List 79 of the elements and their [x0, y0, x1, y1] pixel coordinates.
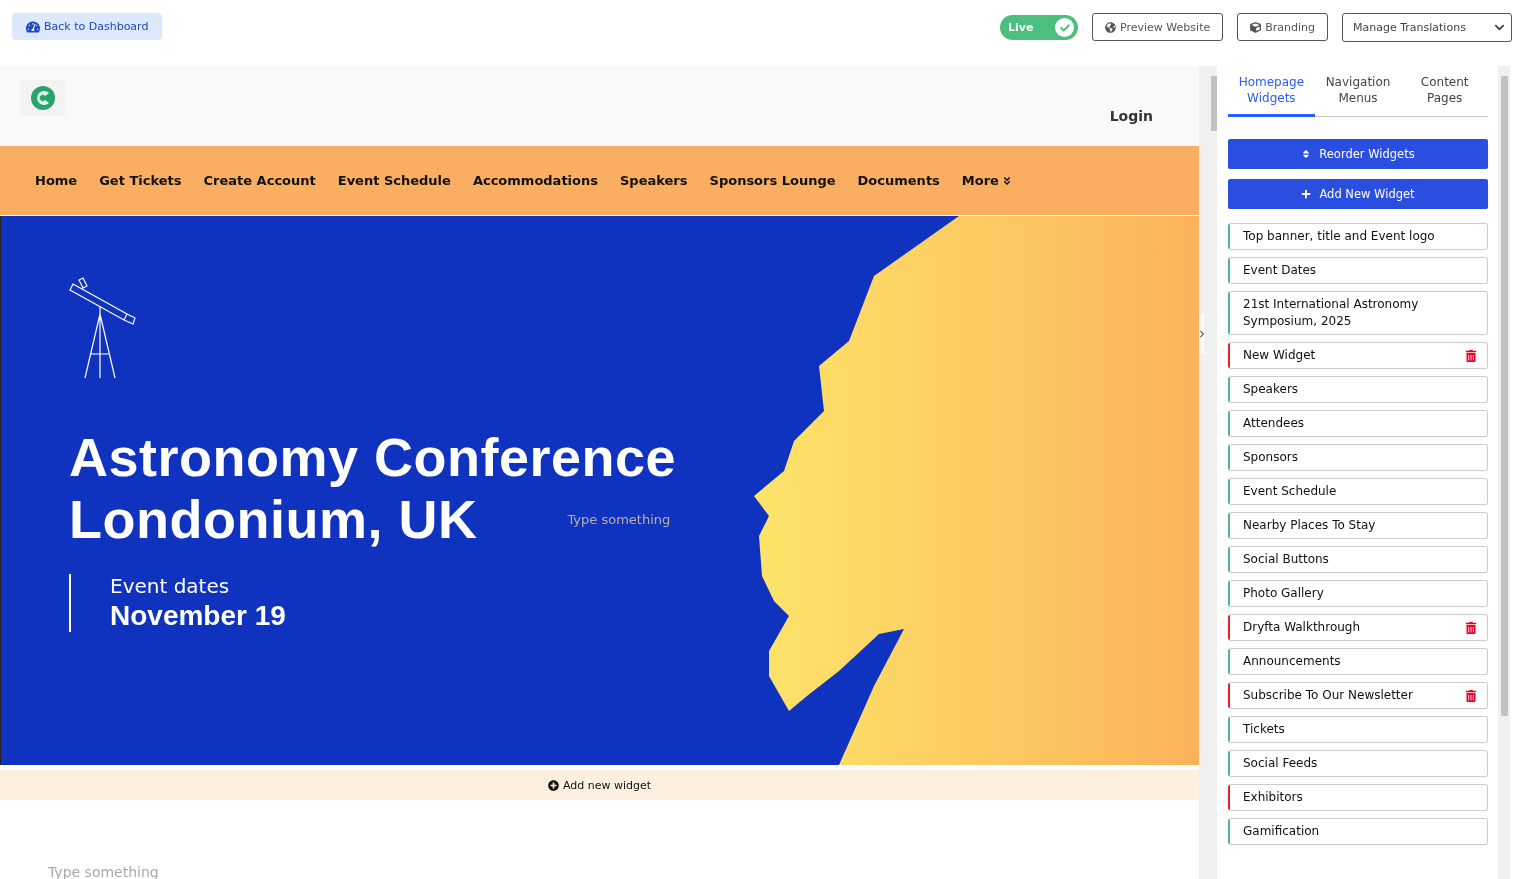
widget-label: Subscribe To Our Newsletter [1242, 687, 1414, 704]
widget-item[interactable]: 21st International Astronomy Symposium, 2025 [1228, 291, 1488, 335]
widget-label: Gamification [1242, 823, 1321, 840]
widget-label: Attendees [1242, 415, 1306, 432]
translations-dropdown[interactable]: Manage Translations [1342, 13, 1512, 42]
widget-label: Sponsors [1242, 449, 1299, 466]
add-new-widget-button[interactable]: Add New Widget [1228, 179, 1488, 209]
nav-link[interactable]: Documents [846, 173, 951, 188]
collapse-button[interactable] [1199, 314, 1205, 354]
widget-label: Event Schedule [1242, 483, 1338, 500]
widget-label: Photo Gallery [1242, 585, 1325, 602]
nav-link[interactable]: Speakers [609, 173, 699, 188]
chevron-down-icon [1494, 22, 1505, 33]
widget-item[interactable]: Exhibitors [1228, 784, 1488, 811]
widget-item[interactable]: Sponsors [1228, 444, 1488, 471]
widget-item[interactable]: New Widget [1228, 342, 1488, 369]
widget-item[interactable]: Tickets [1228, 716, 1488, 743]
widget-label: Dryfta Walkthrough [1242, 619, 1362, 636]
cube-icon [1250, 21, 1262, 33]
widget-label: Exhibitors [1242, 789, 1304, 806]
nav-link[interactable]: Get Tickets [88, 173, 193, 188]
more-menu-link[interactable]: More [950, 173, 1023, 188]
hero-title-line: Astronomy Conference [69, 426, 677, 488]
globe-icon [1105, 21, 1117, 33]
hero-title-line: Londonium, UK [69, 488, 478, 550]
widget-label: Top banner, title and Event logo [1242, 228, 1436, 245]
telescope-icon [69, 276, 139, 380]
nav-link[interactable]: Sponsors Lounge [698, 173, 847, 188]
widget-label: Speakers [1242, 381, 1300, 398]
add-new-widget-button[interactable]: Add new widget [0, 770, 1199, 800]
sidebar-tab[interactable]: Navigation Menus [1314, 74, 1402, 117]
widget-item[interactable]: Photo Gallery [1228, 580, 1488, 607]
sidebar-tab[interactable]: Homepage Widgets [1228, 74, 1315, 117]
widget-item[interactable]: Nearby Places To Stay [1228, 512, 1488, 539]
nav-link[interactable]: Accommodations [461, 173, 609, 188]
event-dates-label: Event dates [110, 574, 231, 598]
delete-button[interactable] [1465, 350, 1477, 362]
branding-button[interactable]: Branding [1237, 13, 1328, 41]
check-icon [1055, 18, 1075, 37]
delete-button[interactable] [1465, 622, 1477, 634]
widget-label: Tickets [1242, 721, 1286, 738]
logo-icon [30, 85, 56, 111]
event-dates-value: November 19 [110, 600, 287, 632]
plus-icon [1301, 189, 1312, 199]
widget-item[interactable]: Gamification [1228, 818, 1488, 845]
delete-button[interactable] [1465, 690, 1477, 702]
widget-item[interactable]: Attendees [1228, 410, 1488, 437]
preview-website-button[interactable]: Preview Website [1092, 13, 1224, 41]
widget-label: Social Buttons [1242, 551, 1330, 568]
dashboard-icon [26, 19, 40, 34]
trash-icon [1465, 350, 1477, 362]
widget-label: 21st International Astronomy Symposium, 2025 [1242, 296, 1420, 330]
back-to-dashboard-button[interactable]: Back to Dashboard [12, 13, 163, 40]
double-chevron-icon [1001, 175, 1012, 186]
widget-label: New Widget [1242, 347, 1317, 364]
reorder-widgets-button[interactable]: Reorder Widgets [1228, 139, 1488, 169]
nav-link[interactable]: Event Schedule [326, 173, 462, 188]
text-placeholder[interactable]: Type something [567, 511, 671, 527]
widget-item[interactable]: Speakers [1228, 376, 1488, 403]
widget-item[interactable]: Dryfta Walkthrough [1228, 614, 1488, 641]
widget-label: Social Feeds [1242, 755, 1319, 772]
trash-icon [1465, 690, 1477, 702]
widget-label: Nearby Places To Stay [1242, 517, 1377, 534]
widget-item[interactable]: Top banner, title and Event logo [1228, 223, 1488, 250]
trash-icon [1465, 622, 1477, 634]
nav-link[interactable]: Home [24, 173, 89, 188]
sidebar-tab[interactable]: Content Pages [1401, 74, 1488, 117]
login-link[interactable]: Login [1109, 108, 1153, 124]
chevron-right-icon [1199, 330, 1205, 338]
widget-item[interactable]: Event Dates [1228, 257, 1488, 284]
sort-icon [1301, 149, 1312, 159]
widget-label: Announcements [1242, 653, 1342, 670]
widget-label: Event Dates [1242, 262, 1318, 279]
widget-item[interactable]: Social Buttons [1228, 546, 1488, 573]
widget-item[interactable]: Social Feeds [1228, 750, 1488, 777]
widget-item[interactable]: Announcements [1228, 648, 1488, 675]
nav-link[interactable]: Create Account [192, 173, 327, 188]
widget-item[interactable]: Event Schedule [1228, 478, 1488, 505]
widget-item[interactable]: Subscribe To Our Newsletter [1228, 682, 1488, 709]
